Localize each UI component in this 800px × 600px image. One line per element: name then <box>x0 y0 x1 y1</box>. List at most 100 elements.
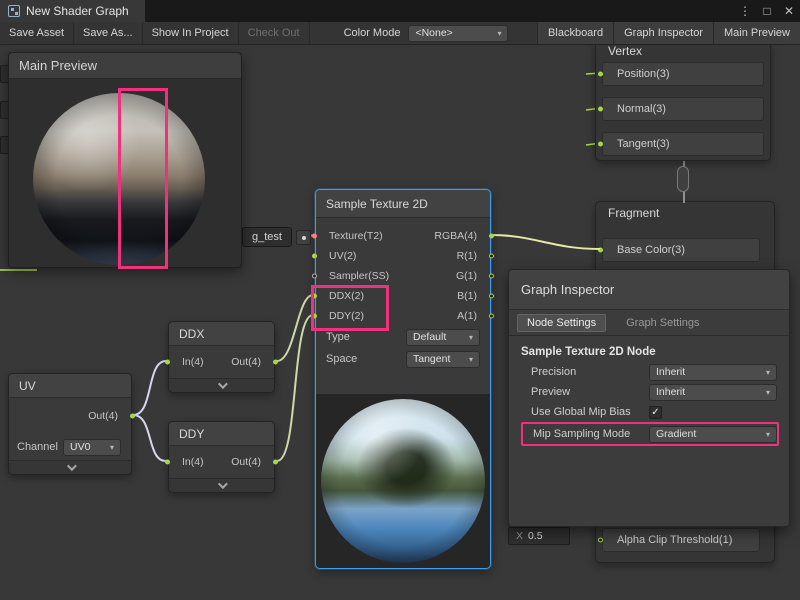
uv-collapse-button[interactable] <box>9 460 131 474</box>
space-label: Space <box>326 353 406 365</box>
titlebar: New Shader Graph ⋮ □ ✕ <box>0 0 800 22</box>
wire-ddx-to-sample[interactable] <box>277 295 313 361</box>
precision-dropdown[interactable]: Inherit <box>649 364 777 381</box>
check-out-button: Check Out <box>239 22 310 44</box>
graph-inspector-panel[interactable]: Graph Inspector Node Settings Graph Sett… <box>508 269 790 527</box>
ddy-input-port[interactable] <box>312 314 317 319</box>
input-ddy[interactable]: DDY(2) <box>316 306 416 326</box>
wire-ddy-to-sample[interactable] <box>277 315 313 461</box>
a-output-port[interactable] <box>489 314 494 319</box>
input-sampler[interactable]: Sampler(SS) <box>316 266 416 286</box>
node-ddy[interactable]: DDY In(4) Out(4) <box>168 421 275 493</box>
color-mode-label: Color Mode <box>336 22 409 44</box>
shader-graph-icon <box>8 5 20 17</box>
ddx-input-port[interactable] <box>312 294 317 299</box>
block-position[interactable]: Position(3) <box>602 62 764 86</box>
input-ddx[interactable]: DDX(2) <box>316 286 416 306</box>
blackboard-toggle-button[interactable]: Blackboard <box>537 22 613 44</box>
node-preview-image <box>316 394 490 568</box>
save-asset-button[interactable]: Save Asset <box>0 22 74 44</box>
b-output-port[interactable] <box>489 294 494 299</box>
ddx-out-port[interactable] <box>273 360 278 365</box>
document-title: New Shader Graph <box>26 4 129 18</box>
ddy-out-port[interactable] <box>273 460 278 465</box>
ddx-title: DDX <box>169 322 274 346</box>
ddx-in-port[interactable] <box>165 360 170 365</box>
alpha-clip-value-field[interactable]: X 0.5 <box>508 527 570 545</box>
wire-uv-to-ddx[interactable] <box>133 361 166 415</box>
node-ddx[interactable]: DDX In(4) Out(4) <box>168 321 275 393</box>
g-output-port[interactable] <box>489 274 494 279</box>
vertex-fragment-connector <box>677 166 689 192</box>
output-r[interactable]: R(1) <box>412 246 490 266</box>
tree-sphere-preview <box>321 399 485 563</box>
graph-canvas[interactable]: Fragment Base Color(3) Alpha Clip Thresh… <box>0 45 800 600</box>
input-uv[interactable]: UV(2) <box>316 246 416 266</box>
block-normal[interactable]: Normal(3) <box>602 97 764 121</box>
save-as-button[interactable]: Save As... <box>74 22 143 44</box>
input-texture[interactable]: Texture(T2) <box>316 226 416 246</box>
show-in-project-button[interactable]: Show In Project <box>143 22 239 44</box>
uv-out-port[interactable] <box>130 414 135 419</box>
vertex-title: Vertex <box>608 44 642 58</box>
graph-inspector-toggle-button[interactable]: Graph Inspector <box>613 22 713 44</box>
position-port[interactable] <box>598 72 603 77</box>
wire-uv-to-ddy[interactable] <box>133 415 166 461</box>
tangent-port[interactable] <box>598 142 603 147</box>
preview-label: Preview <box>521 386 649 398</box>
tab-graph-settings[interactable]: Graph Settings <box>620 315 705 331</box>
collapse-chevron-icon <box>218 479 228 489</box>
texture-input-port[interactable] <box>312 234 317 239</box>
property-name: g_test <box>242 227 292 247</box>
channel-dropdown[interactable]: UV0 <box>63 439 121 456</box>
node-uv[interactable]: UV Out(4) Channel UV0 <box>8 373 132 475</box>
block-tangent[interactable]: Tangent(3) <box>602 132 764 156</box>
collapse-chevron-icon <box>66 461 76 471</box>
output-g[interactable]: G(1) <box>412 266 490 286</box>
mip-bias-label: Use Global Mip Bias <box>521 406 649 418</box>
type-dropdown[interactable]: Default <box>406 329 480 346</box>
window-controls: ⋮ □ ✕ <box>734 0 800 22</box>
type-label: Type <box>326 331 406 343</box>
more-menu-icon[interactable]: ⋮ <box>734 0 756 22</box>
rgba-output-port[interactable] <box>489 234 494 239</box>
mip-sampling-highlight: Mip Sampling Mode Gradient <box>521 422 779 446</box>
collapse-chevron-icon <box>218 379 228 389</box>
sample-texture-title: Sample Texture 2D <box>316 190 490 218</box>
output-rgba[interactable]: RGBA(4) <box>412 226 490 246</box>
toolbar: Save Asset Save As... Show In Project Ch… <box>0 22 800 45</box>
mip-mode-dropdown[interactable]: Gradient <box>649 426 777 443</box>
preview-dropdown[interactable]: Inherit <box>649 384 777 401</box>
node-property-gtest[interactable]: g_test <box>242 226 320 248</box>
maximize-icon[interactable]: □ <box>756 0 778 22</box>
ddy-collapse-button[interactable] <box>169 478 274 492</box>
inspector-node-title: Sample Texture 2D Node <box>521 342 777 362</box>
main-preview-panel[interactable]: Main Preview <box>8 52 242 268</box>
uv-title: UV <box>9 374 131 398</box>
ddx-collapse-button[interactable] <box>169 378 274 392</box>
main-preview-header[interactable]: Main Preview <box>9 53 241 79</box>
ddy-in-port[interactable] <box>165 460 170 465</box>
output-a[interactable]: A(1) <box>412 306 490 326</box>
main-preview-toggle-button[interactable]: Main Preview <box>713 22 800 44</box>
texture-picker-icon[interactable] <box>296 230 311 245</box>
mip-bias-checkbox[interactable]: ✓ <box>649 406 662 419</box>
space-dropdown[interactable]: Tangent <box>406 351 480 368</box>
node-sample-texture-2d[interactable]: Sample Texture 2D Texture(T2) UV(2) Samp… <box>315 189 491 569</box>
close-icon[interactable]: ✕ <box>778 0 800 22</box>
color-mode-dropdown[interactable]: <None> <box>408 25 508 42</box>
document-tab[interactable]: New Shader Graph <box>0 0 145 22</box>
normal-port[interactable] <box>598 107 603 112</box>
precision-label: Precision <box>521 366 649 378</box>
channel-label: Channel <box>17 441 59 453</box>
r-output-port[interactable] <box>489 254 494 259</box>
sampler-input-port[interactable] <box>312 274 317 279</box>
uv-input-port[interactable] <box>312 254 317 259</box>
tab-node-settings[interactable]: Node Settings <box>517 314 606 332</box>
graph-inspector-header[interactable]: Graph Inspector <box>509 270 789 310</box>
uv-output-row[interactable]: Out(4) <box>9 398 131 434</box>
node-vertex[interactable]: Vertex Position(3) Normal(3) Tangent(3) <box>595 39 771 161</box>
check-icon: ✓ <box>651 407 659 418</box>
wire-rgba-to-basecolor[interactable] <box>492 235 600 249</box>
output-b[interactable]: B(1) <box>412 286 490 306</box>
